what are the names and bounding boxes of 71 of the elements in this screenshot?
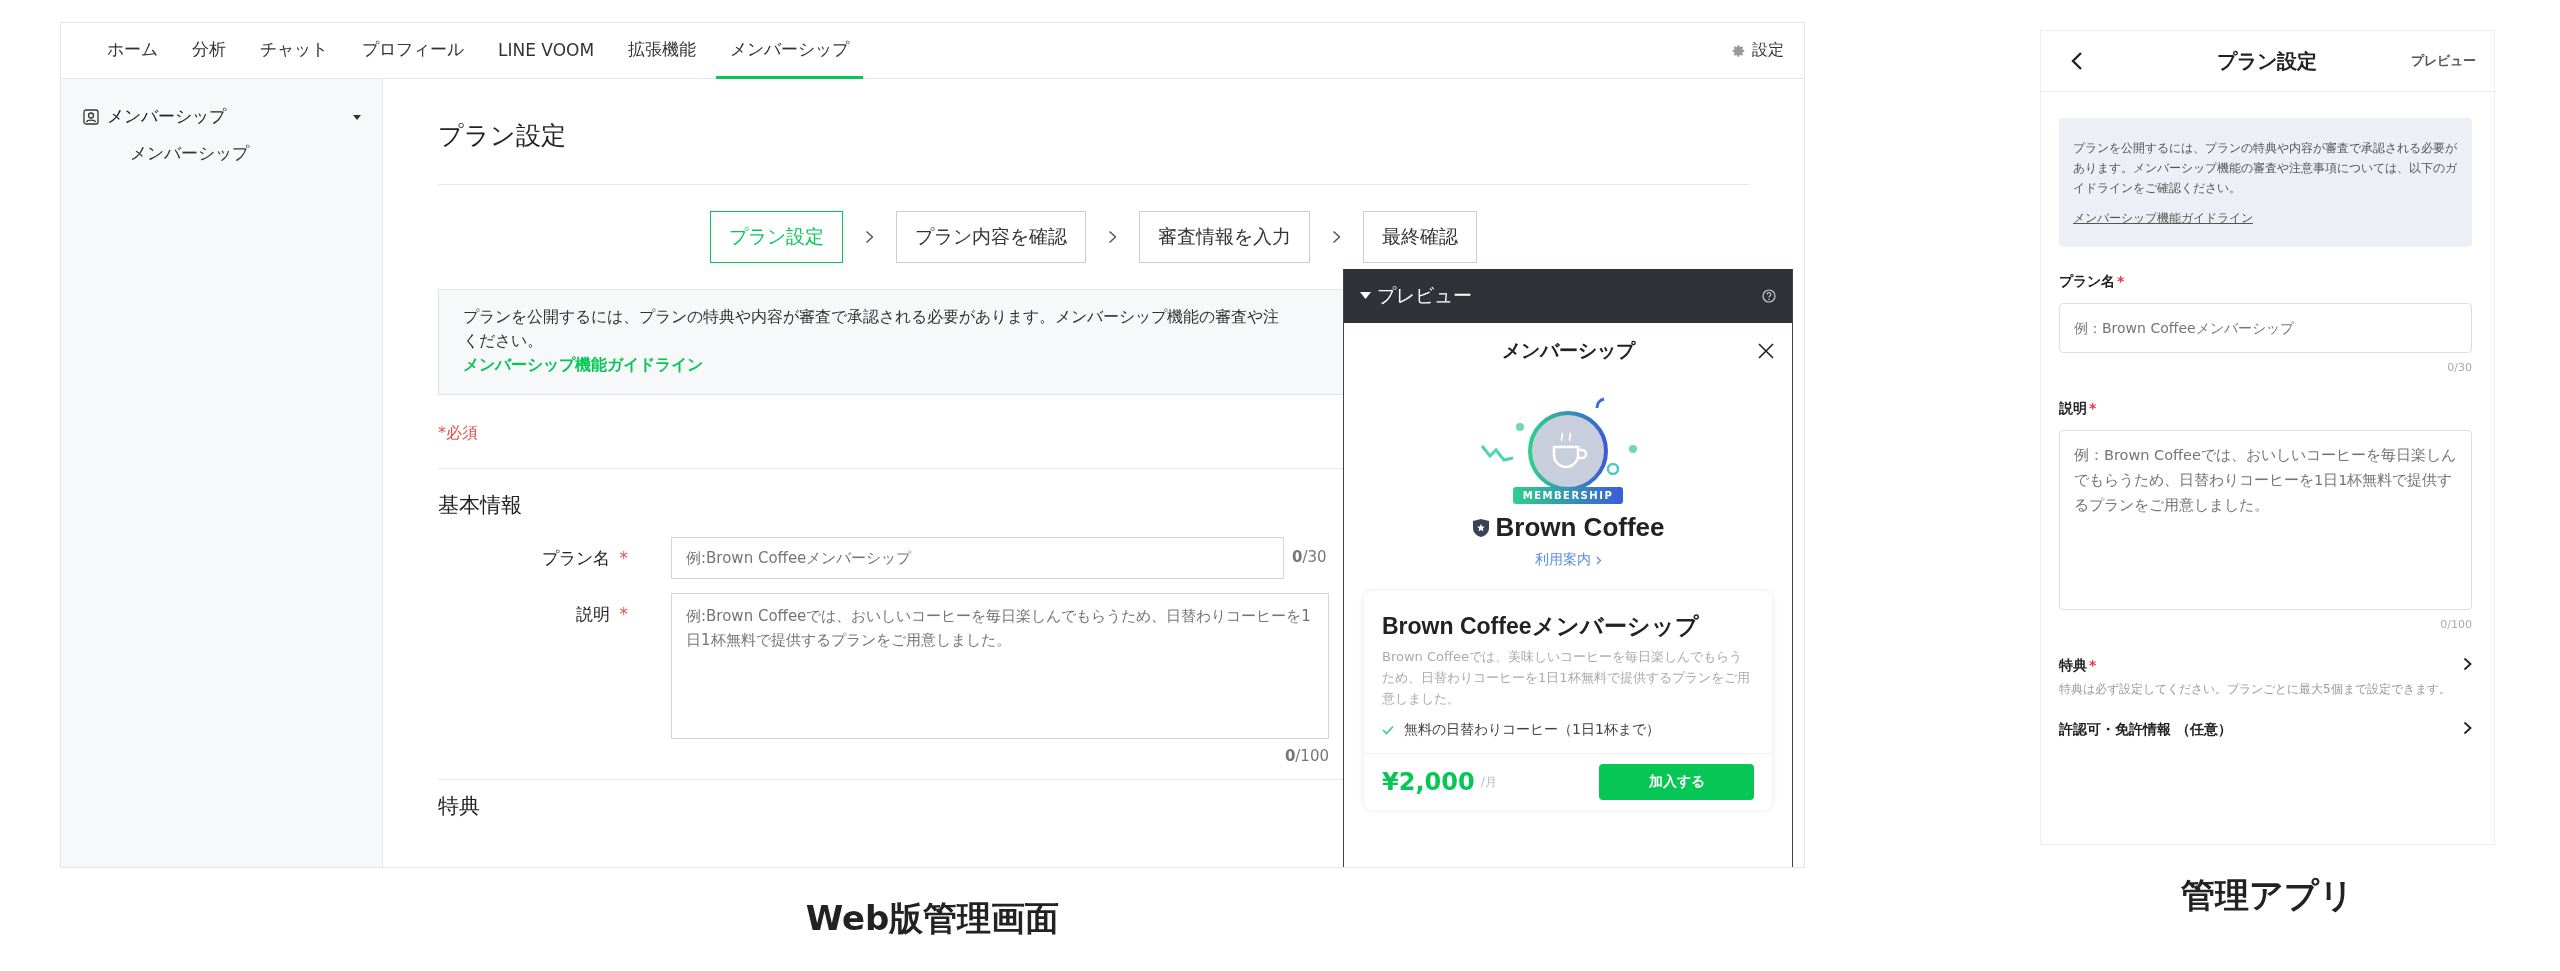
nav-tab[interactable]: 拡張機能	[614, 23, 711, 79]
chevron-right-icon	[1332, 230, 1341, 244]
row-hint: 特典は必ず設定してください。プランごとに最大5個まで設定できます。	[2059, 681, 2452, 697]
description-field[interactable]: 例:Brown Coffeeでは、おいしいコーヒーを毎日楽しんでもらうため、日替わりコーヒーを1日1杯無料で提供するプランをご用意しました。	[671, 593, 1329, 739]
field-label: プラン名	[541, 548, 610, 568]
settings-row[interactable]: 特典* 特典は必ず設定してください。プランごとに最大5個まで設定できます。	[2059, 657, 2472, 697]
plan-name: Brown Coffeeメンバーシップ	[1382, 612, 1700, 641]
required-mark: *	[619, 604, 628, 624]
required-note: *必須	[438, 422, 478, 444]
step-item: 最終確認	[1363, 211, 1477, 263]
caret-icon	[1360, 292, 1371, 300]
notice-text: ください。	[463, 330, 543, 352]
nav-tab[interactable]: LINE VOOM	[484, 23, 609, 79]
chevron-right-icon	[2463, 657, 2472, 671]
plan-name-field[interactable]: 例：Brown Coffeeメンバーシップ	[2059, 303, 2472, 353]
required-mark: *	[2089, 400, 2097, 416]
char-counter: 0/30	[2447, 361, 2472, 374]
plan-name-field[interactable]: 例:Brown Coffeeメンバーシップ	[671, 537, 1284, 579]
back-icon[interactable]	[2071, 51, 2083, 71]
field-label: 説明	[575, 604, 610, 624]
field-label: プラン名	[2059, 273, 2115, 289]
preview-title: プレビュー	[1377, 283, 1473, 308]
section-heading: 特典	[438, 793, 480, 820]
benefit-text: 無料の日替わりコーヒー（1日1杯まで）	[1404, 721, 1660, 739]
step-item: 審査情報を入力	[1139, 211, 1310, 263]
chevron-right-icon	[2463, 721, 2472, 735]
sidebar-section[interactable]: メンバーシップ	[83, 105, 362, 128]
preview-link[interactable]: プレビュー	[2411, 52, 2476, 70]
price: ¥2,000	[1382, 768, 1475, 796]
char-counter: 0/100	[2440, 618, 2472, 631]
page-title: プラン設定	[438, 79, 1749, 185]
guideline-link[interactable]: メンバーシップ機能ガイドライン	[2073, 210, 2253, 227]
required-mark: *	[2117, 273, 2125, 289]
help-icon[interactable]	[1762, 289, 1776, 303]
required-mark: *	[619, 548, 628, 568]
sidebar-item[interactable]: メンバーシップ	[83, 128, 362, 165]
row-label: 許認可・免許情報 （任意）	[2059, 721, 2232, 737]
screen-title: プラン設定	[2216, 47, 2318, 75]
nav-tab[interactable]: チャット	[246, 23, 342, 79]
row-label: 特典	[2059, 657, 2087, 673]
step-item: プラン内容を確認	[896, 211, 1086, 263]
modal-title: メンバーシップ	[1501, 338, 1635, 363]
field-label: 説明	[2059, 400, 2087, 416]
caption: Web版管理画面	[805, 897, 1060, 940]
description-field[interactable]: 例：Brown Coffeeでは、おいしいコーヒーを毎日楽しんでもらうため、日替わりコーヒーを1日1杯無料で提供するプランをご用意しました。	[2059, 430, 2472, 610]
char-counter: 0/30	[1291, 547, 1327, 566]
chevron-right-icon	[865, 230, 874, 244]
plan-description: Brown Coffeeでは、美味しいコーヒーを毎日楽しんでもらうため、日替わりコーヒーを1日1杯無料で提供するプランをご用意しました。	[1382, 648, 1751, 708]
step-item: プラン設定	[710, 211, 843, 263]
caption: 管理アプリ	[2181, 874, 2354, 917]
chevron-right-icon	[1108, 230, 1117, 244]
nav-tab[interactable]: ホーム	[93, 23, 172, 79]
nav-tab[interactable]: 分析	[178, 23, 240, 79]
section-heading: 基本情報	[438, 492, 522, 519]
membership-ribbon: MEMBERSHIP	[1512, 487, 1624, 504]
person-icon	[83, 108, 99, 125]
settings-icon	[1732, 43, 1746, 58]
char-counter: 0/100	[1284, 746, 1329, 765]
required-mark: *	[2089, 657, 2097, 673]
settings-row[interactable]: 許認可・免許情報 （任意）	[2059, 721, 2472, 739]
check-icon	[1382, 725, 1394, 735]
notice-text: プランを公開するには、プランの特典や内容が審査で承認される必要があります。メンバーシップ機能の審査や注	[463, 306, 1279, 328]
price-period: /月	[1480, 773, 1498, 791]
close-icon[interactable]	[1758, 343, 1774, 359]
settings-link[interactable]: 設定	[1732, 23, 1784, 78]
notice-text: プランを公開するには、プランの特典や内容が審査で承認される必要があります。メンバーシップ機能の審査や注意事項については、以下のガイドラインをご確認ください。	[2073, 140, 2458, 197]
brand-name: Brown Coffee	[1495, 512, 1665, 543]
chevron-right-icon	[1595, 555, 1602, 565]
nav-tab[interactable]: プロフィール	[348, 23, 478, 79]
nav-tab[interactable]: メンバーシップ	[716, 23, 864, 79]
shield-icon	[1471, 517, 1490, 538]
